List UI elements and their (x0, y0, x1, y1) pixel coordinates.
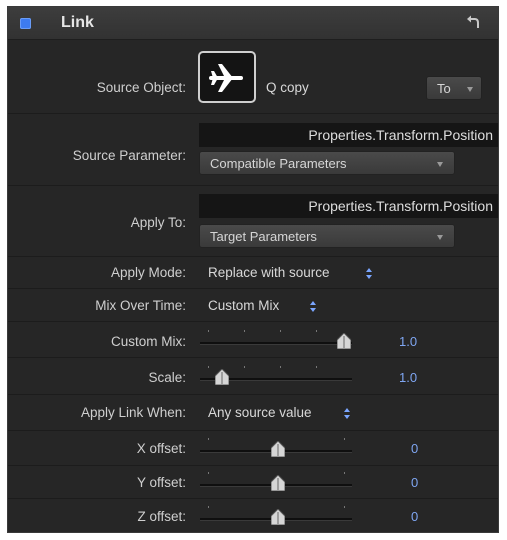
scale-slider[interactable] (200, 364, 352, 386)
airplane-icon (209, 64, 243, 92)
up-down-arrows-icon (310, 301, 318, 313)
slider-thumb[interactable] (215, 369, 229, 385)
slider-tick (244, 366, 245, 368)
apply-link-when-value: Any source value (208, 405, 312, 420)
x-offset-value[interactable]: 0 (411, 441, 418, 456)
source-object-row: Source Object: Q copy To (8, 40, 498, 114)
custom-mix-row: Custom Mix: 1.0 (8, 322, 498, 358)
slider-tick (208, 438, 209, 440)
source-object-well[interactable] (198, 51, 256, 103)
link-inspector-panel: Link Source Object: Q copy To Source Par… (7, 6, 499, 533)
slider-tick (280, 330, 281, 332)
to-button[interactable]: To (426, 76, 482, 100)
compatible-parameters-popup[interactable]: Compatible Parameters (199, 151, 455, 175)
slider-tick (208, 330, 209, 332)
scale-value[interactable]: 1.0 (399, 370, 417, 385)
z-offset-row: Z offset: 0 (8, 499, 498, 532)
slider-thumb[interactable] (271, 475, 285, 491)
up-down-arrows-icon (344, 408, 352, 420)
y-offset-row: Y offset: 0 (8, 466, 498, 499)
chevron-down-icon (467, 87, 473, 92)
source-parameter-row: Source Parameter: Properties.Transform.P… (8, 114, 498, 186)
apply-mode-value: Replace with source (208, 265, 330, 280)
source-object-label: Source Object: (96, 80, 186, 95)
target-parameters-label: Target Parameters (210, 229, 317, 244)
scale-label: Scale: (148, 370, 186, 385)
source-parameter-field[interactable]: Properties.Transform.Position (199, 123, 498, 147)
y-offset-slider[interactable] (200, 470, 352, 492)
slider-track (200, 342, 352, 345)
y-offset-value[interactable]: 0 (411, 475, 418, 490)
to-button-label: To (437, 81, 451, 96)
compatible-parameters-label: Compatible Parameters (210, 156, 347, 171)
panel-title: Link (61, 14, 94, 31)
x-offset-row: X offset: 0 (8, 431, 498, 466)
y-offset-label: Y offset: (136, 475, 186, 490)
apply-to-row: Apply To: Properties.Transform.Position … (8, 186, 498, 257)
chevron-down-icon (437, 162, 443, 167)
slider-tick (244, 330, 245, 332)
z-offset-label: Z offset: (137, 509, 186, 524)
slider-tick (344, 506, 345, 508)
custom-mix-value[interactable]: 1.0 (399, 334, 417, 349)
slider-thumb[interactable] (271, 441, 285, 457)
z-offset-slider[interactable] (200, 504, 352, 526)
custom-mix-slider[interactable] (200, 328, 352, 350)
slider-tick (344, 438, 345, 440)
apply-to-field[interactable]: Properties.Transform.Position (199, 194, 498, 218)
slider-tick (208, 472, 209, 474)
slider-tick (344, 472, 345, 474)
slider-tick (316, 330, 317, 332)
scale-row: Scale: 1.0 (8, 358, 498, 395)
slider-tick (280, 366, 281, 368)
slider-tick (316, 366, 317, 368)
apply-mode-row: Apply Mode: Replace with source (8, 257, 498, 289)
mix-over-time-value: Custom Mix (208, 298, 280, 313)
apply-link-when-label: Apply Link When: (80, 405, 186, 420)
apply-link-when-row: Apply Link When: Any source value (8, 395, 498, 431)
mix-over-time-label: Mix Over Time: (95, 298, 186, 313)
panel-header: Link (8, 7, 498, 40)
custom-mix-label: Custom Mix: (110, 334, 186, 349)
x-offset-slider[interactable] (200, 436, 352, 458)
slider-thumb[interactable] (337, 333, 351, 349)
slider-thumb[interactable] (271, 509, 285, 525)
z-offset-value[interactable]: 0 (411, 509, 418, 524)
x-offset-label: X offset: (136, 441, 186, 456)
target-parameters-popup[interactable]: Target Parameters (199, 224, 455, 248)
reset-arrow-icon[interactable] (463, 13, 483, 33)
apply-mode-label: Apply Mode: (110, 265, 186, 280)
apply-to-label: Apply To: (130, 215, 186, 230)
source-object-name: Q copy (266, 80, 309, 95)
chevron-down-icon (437, 235, 443, 240)
slider-tick (208, 366, 209, 368)
source-parameter-label: Source Parameter: (72, 148, 186, 163)
up-down-arrows-icon (366, 268, 374, 280)
enable-checkbox-icon[interactable] (20, 18, 31, 29)
slider-tick (208, 506, 209, 508)
mix-over-time-row: Mix Over Time: Custom Mix (8, 289, 498, 322)
